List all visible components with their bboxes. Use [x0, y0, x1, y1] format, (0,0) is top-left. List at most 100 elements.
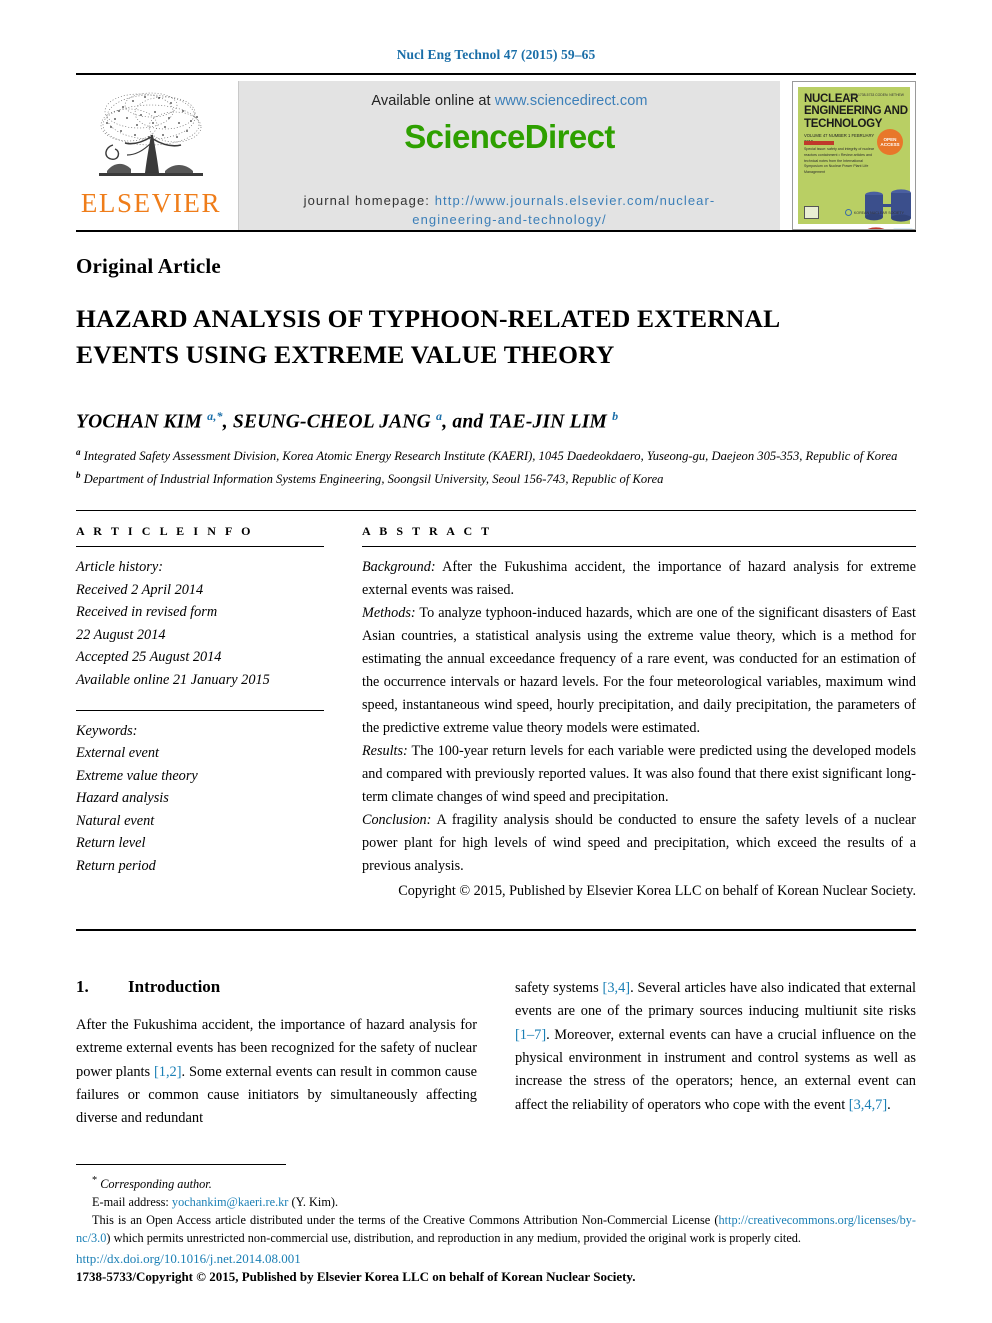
masthead: ELSEVIER Available online at www.science…: [76, 75, 916, 230]
abstract-methods-label: Methods:: [362, 605, 416, 622]
abstract-rule: [362, 546, 916, 548]
article-history: Article history: Received 2 April 2014 R…: [76, 556, 324, 691]
body-column-left: 1. Introduction After the Fukushima accid…: [76, 977, 477, 1131]
intro-right-seg-1: safety systems: [515, 980, 603, 997]
email-label: E-mail address:: [92, 1195, 169, 1210]
section-title: Introduction: [128, 977, 221, 997]
sciencedirect-logo: ScienceDirect: [404, 118, 615, 155]
keywords-block: Keywords: External event Extreme value t…: [76, 709, 324, 878]
abstract-background-label: Background:: [362, 559, 436, 576]
email-link[interactable]: yochankim@kaeri.re.kr: [172, 1195, 288, 1209]
section-heading-introduction: 1. Introduction: [76, 977, 477, 997]
abstract-methods: Methods: To analyze typhoon-induced haza…: [362, 602, 916, 740]
affiliation-b: b Department of Industrial Information S…: [76, 470, 664, 487]
journal-homepage-line: journal homepage: http://www.journals.el…: [304, 192, 716, 230]
elsevier-mark-icon: [804, 206, 819, 219]
history-item: Received 2 April 2014: [76, 581, 204, 598]
available-online-line: Available online at www.sciencedirect.co…: [371, 93, 647, 109]
email-suffix: (Y. Kim).: [291, 1195, 339, 1210]
citation-ref[interactable]: [3,4]: [603, 980, 631, 996]
elsevier-logo: ELSEVIER: [76, 81, 226, 230]
sciencedirect-url-link[interactable]: www.sciencedirect.com: [495, 93, 648, 109]
journal-cover-thumbnail: NUCLEAR ENGINEERING AND TECHNOLOGY ISSN …: [792, 81, 916, 230]
page-title: HAZARD ANALYSIS OF TYPHOON-RELATED EXTER…: [76, 304, 779, 370]
citation-ref[interactable]: [3,4,7]: [849, 1097, 887, 1113]
elsevier-tree-icon: [89, 85, 213, 193]
abstract-conclusion: Conclusion: A fragility analysis should …: [362, 809, 916, 878]
article-type: Original Article: [76, 254, 221, 278]
article-info-rule: [76, 546, 324, 548]
license-note: This is an Open Access article distribut…: [76, 1212, 916, 1248]
cover-title-line2: ENGINEERING AND: [804, 105, 908, 118]
body-columns: 1. Introduction After the Fukushima accid…: [76, 977, 916, 1131]
keywords-label: Keywords:: [76, 722, 138, 739]
history-item: Available online 21 January 2015: [76, 671, 270, 688]
abstract-conclusion-label: Conclusion:: [362, 812, 432, 829]
abstract-bottom-rule: [76, 929, 916, 932]
abstract-background: Background: After the Fukushima accident…: [362, 556, 916, 602]
korean-nuclear-society-icon: [844, 209, 852, 216]
corresponding-author-note: * Corresponding author.: [76, 1174, 916, 1194]
journal-homepage-link-line1[interactable]: http://www.journals.elsevier.com/nuclear…: [435, 193, 716, 208]
masthead-bottom-rule: [76, 230, 916, 232]
abstract-results-text: The 100-year return levels for each vari…: [362, 743, 916, 806]
history-item: Accepted 25 August 2014: [76, 649, 222, 666]
history-item: 22 August 2014: [76, 626, 166, 643]
cover-blurb: Special issue: safety and integrity of n…: [804, 147, 875, 174]
citation-ref[interactable]: [1,2]: [154, 1064, 182, 1080]
keyword-item: External event: [76, 745, 159, 762]
abstract-column: A B S T R A C T Background: After the Fu…: [362, 524, 916, 903]
affiliation-a: a Integrated Safety Assessment Division,…: [76, 446, 898, 464]
keyword-item: Return period: [76, 858, 156, 874]
sciencedirect-banner: Available online at www.sciencedirect.co…: [238, 81, 780, 230]
abstract-background-text: After the Fukushima accident, the import…: [362, 559, 916, 599]
available-online-prefix: Available online at: [371, 93, 495, 109]
info-top-rule: [76, 510, 916, 512]
cover-footer: KOREAN NUCLEAR SOCIETY: [804, 206, 904, 219]
doi-link[interactable]: http://dx.doi.org/10.1016/j.net.2014.08.…: [76, 1251, 916, 1267]
section-number: 1.: [76, 977, 89, 997]
keyword-item: Return level: [76, 835, 146, 852]
journal-homepage-link-line2[interactable]: engineering-and-technology/: [412, 212, 607, 227]
cover-title: NUCLEAR ENGINEERING AND TECHNOLOGY: [804, 93, 908, 130]
journal-article-page: Nucl Eng Technol 47 (2015) 59–65 ELSEVIE…: [0, 0, 992, 1323]
corresponding-marker: *: [92, 1175, 98, 1187]
keywords-list: Keywords: External event Extreme value t…: [76, 720, 324, 878]
cover-background: NUCLEAR ENGINEERING AND TECHNOLOGY ISSN …: [798, 87, 913, 229]
abstract-methods-text: To analyze typhoon-induced hazards, whic…: [362, 605, 916, 737]
body-column-right: safety systems [3,4]. Several articles h…: [515, 977, 916, 1131]
footnote-rule: [76, 1164, 286, 1166]
running-head: Nucl Eng Technol 47 (2015) 59–65: [396, 47, 596, 62]
citation-ref[interactable]: [1–7]: [515, 1027, 546, 1043]
article-info-heading: A R T I C L E I N F O: [76, 524, 254, 539]
intro-right-seg-4: .: [887, 1096, 891, 1113]
author-list: YOCHAN KIM a,*, SEUNG-CHEOL JANG a, and …: [76, 409, 619, 433]
journal-homepage-label: journal homepage:: [303, 193, 430, 208]
corresponding-author-label: Corresponding author.: [100, 1177, 212, 1192]
issn-copyright-line: 1738-5733/Copyright © 2015, Published by…: [76, 1269, 636, 1284]
license-text-2: ) which permits unrestricted non-commerc…: [106, 1231, 802, 1246]
cover-society-mark: KOREAN NUCLEAR SOCIETY: [844, 209, 904, 216]
abstract-results-label: Results:: [362, 743, 408, 760]
cover-special-tag: [804, 141, 834, 145]
cover-society-label: KOREAN NUCLEAR SOCIETY: [853, 210, 904, 215]
abstract-heading: A B S T R A C T: [362, 524, 493, 539]
keywords-rule: [76, 709, 324, 711]
cover-open-access-badge: OPEN ACCESS: [877, 129, 903, 155]
abstract-conclusion-text: A fragility analysis should be conducted…: [362, 812, 916, 875]
article-info-column: A R T I C L E I N F O Article history: R…: [76, 524, 324, 903]
abstract-copyright: Copyright © 2015, Published by Elsevier …: [398, 883, 916, 900]
keyword-item: Extreme value theory: [76, 767, 198, 784]
keyword-item: Hazard analysis: [76, 790, 169, 807]
info-abstract-block: A R T I C L E I N F O Article history: R…: [76, 524, 916, 903]
license-link-part1[interactable]: http://: [718, 1213, 747, 1227]
abstract-results: Results: The 100-year return levels for …: [362, 740, 916, 809]
history-item: Received in revised form: [76, 604, 218, 621]
footnote-block: * Corresponding author. E-mail address: …: [76, 1164, 916, 1285]
article-history-label: Article history:: [76, 559, 163, 576]
elsevier-wordmark: ELSEVIER: [80, 188, 222, 218]
email-note: E-mail address: yochankim@kaeri.re.kr (Y…: [76, 1194, 916, 1212]
license-text-1: This is an Open Access article distribut…: [92, 1213, 719, 1228]
keyword-item: Natural event: [76, 812, 155, 829]
cover-issn: ISSN 1738-5733 CODEN: NETHEW: [849, 93, 904, 97]
